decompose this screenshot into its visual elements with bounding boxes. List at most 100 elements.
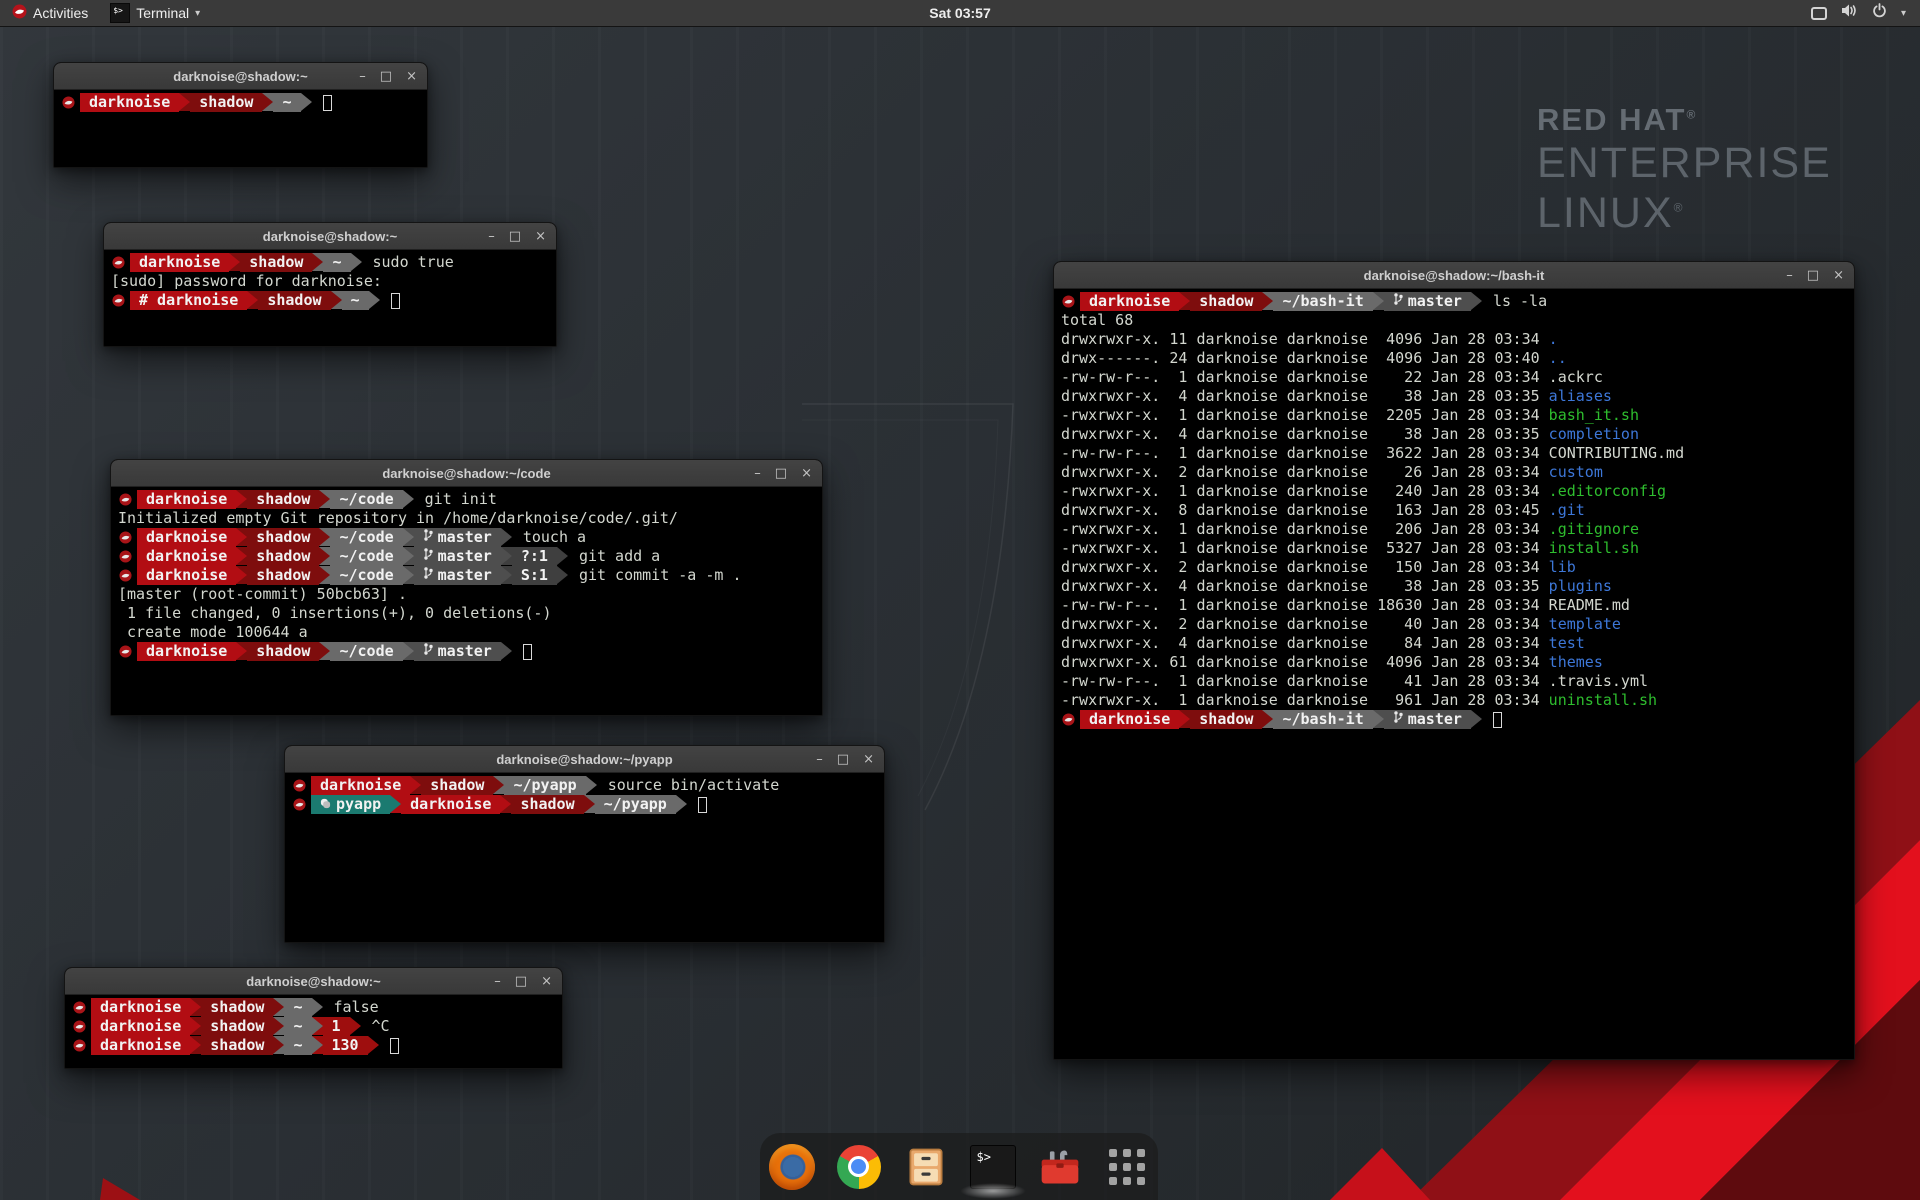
titlebar[interactable]: darknoise@shadow:~ –□× [54,63,427,90]
prompt-segment-path: ~/code [330,547,402,566]
output-text: 1 file changed, 0 insertions(+), 0 delet… [118,604,551,623]
maximize-button[interactable]: □ [1807,262,1819,289]
output-text: create mode 100644 a [118,623,308,642]
prompt-segment-host: shadow [201,1036,273,1055]
app-menu-button[interactable]: $> Terminal ▾ [100,0,210,26]
powerline-arrow [319,642,330,660]
minimize-button[interactable]: – [816,746,823,773]
command-text: ^C [372,1017,390,1036]
titlebar[interactable]: darknoise@shadow:~ –□× [104,223,556,250]
powerline-arrow [179,93,190,111]
command-text: git commit -a -m . [579,566,742,585]
terminal-body[interactable]: darknoiseshadow~falsedarknoiseshadow~1^C… [65,995,562,1068]
volume-icon [1841,3,1858,23]
terminal-line: drwx------. 24 darknoise darknoise 4096 … [1061,349,1854,368]
terminal-line: drwxrwxr-x. 61 darknoise darknoise 4096 … [1061,653,1854,672]
terminal-line: drwxrwxr-x. 2 darknoise darknoise 40 Jan… [1061,615,1854,634]
system-status-area[interactable]: ▾ [1811,0,1920,26]
toolbox-icon [1038,1145,1082,1189]
powerline-arrow [190,1017,201,1035]
terminal-line: drwxrwxr-x. 8 darknoise darknoise 163 Ja… [1061,501,1854,520]
minimize-button[interactable]: – [494,968,501,995]
terminal-line: darknoiseshadow~/codemaster?:1git add a [118,547,822,566]
terminal-line: darknoiseshadow~/codemastertouch a [118,528,822,547]
terminal-line: darknoiseshadow~/codegit init [118,490,822,509]
directory-name: .git [1549,501,1585,520]
close-button[interactable]: × [1833,262,1844,289]
maximize-button[interactable]: □ [775,460,787,487]
executable-name: .editorconfig [1549,482,1666,501]
terminal-body[interactable]: darknoiseshadow~/pyappsource bin/activat… [285,773,884,942]
terminal-body[interactable]: darknoiseshadow~/codegit initInitialized… [111,487,822,715]
titlebar[interactable]: darknoise@shadow:~/code –□ × [111,460,822,487]
dock-toolbox-icon[interactable] [1036,1143,1084,1191]
prompt-segment-user: darknoise [137,547,236,566]
close-button[interactable]: × [541,968,552,995]
directory-name: plugins [1549,577,1612,596]
prompt-segment-path: ~/pyapp [595,795,676,814]
minimize-button[interactable]: – [359,63,366,90]
terminal-line: darknoiseshadow~1^C [72,1017,562,1036]
dock-terminal-icon[interactable]: $> [969,1143,1017,1191]
powerline-arrow [501,528,512,546]
dock-files-icon[interactable] [902,1143,950,1191]
dock-chrome-icon[interactable] [835,1143,883,1191]
titlebar[interactable]: darknoise@shadow:~/bash-it –□× [1054,262,1854,289]
prompt-segment-user: darknoise [401,795,500,814]
maximize-button[interactable]: □ [515,968,527,995]
terminal-line: darknoiseshadow~/pyappsource bin/activat… [292,776,884,795]
dock-app-grid-icon[interactable] [1103,1143,1151,1191]
powerline-arrow [493,776,504,794]
powerline-arrow [319,566,330,584]
git-branch-icon [423,566,438,585]
activities-button[interactable]: Activities [0,0,100,26]
powerline-arrow [319,528,330,546]
chrome-icon [837,1145,881,1189]
powerline-arrow [557,566,568,584]
terminal-body[interactable]: darknoiseshadow~/bash-itmasterls -latota… [1054,289,1854,1059]
terminal-window-code: darknoise@shadow:~/code –□ × darknoisesha… [110,459,823,716]
output-text: -rwxrwxr-x. 1 darknoise darknoise 206 Ja… [1061,520,1549,539]
redhat-prompt-icon [118,490,137,509]
terminal-cursor [323,95,332,111]
clock[interactable]: Sat 03:57 [0,5,1920,21]
git-branch-icon [423,528,438,547]
close-button[interactable]: × [535,223,546,250]
prompt-segment-gitstat: ?:1 [512,547,557,566]
maximize-button[interactable]: □ [380,63,392,90]
maximize-button[interactable]: □ [837,746,849,773]
prompt-segment-git: master [1384,292,1471,311]
powerline-arrow [403,566,414,584]
powerline-arrow [190,998,201,1016]
terminal-body[interactable]: darknoiseshadow~sudo true[sudo] password… [104,250,556,346]
close-button[interactable]: × [801,460,812,487]
terminal-line: create mode 100644 a [118,623,822,642]
output-text: -rw-rw-r--. 1 darknoise darknoise 18630 … [1061,596,1630,615]
window-title: darknoise@shadow:~/code [111,466,822,481]
powerline-arrow [501,566,512,584]
maximize-button[interactable]: □ [509,223,521,250]
git-branch-icon [423,547,438,566]
minimize-button[interactable]: – [754,460,761,487]
titlebar[interactable]: darknoise@shadow:~ –□× [65,968,562,995]
close-button[interactable]: × [863,746,874,773]
minimize-button[interactable]: – [488,223,495,250]
output-text: [master (root-commit) 50bcb63] . [118,585,407,604]
redhat-logo-icon [12,4,27,22]
terminal-window-bash-it: darknoise@shadow:~/bash-it –□× darknoise… [1053,261,1855,1060]
directory-name: custom [1549,463,1603,482]
prompt-segment-git: master [414,642,501,661]
powerline-arrow [1262,292,1273,310]
powerline-arrow [312,253,323,271]
close-button[interactable]: × [406,63,417,90]
terminal-line: darknoiseshadow~/bash-itmaster [1061,710,1854,729]
minimize-button[interactable]: – [1786,262,1793,289]
terminal-body[interactable]: darknoiseshadow~ [54,90,427,167]
command-text: false [334,998,379,1017]
redhat-prompt-icon [118,528,137,547]
titlebar[interactable]: darknoise@shadow:~/pyapp –□× [285,746,884,773]
terminal-line: [sudo] password for darknoise: [111,272,556,291]
dock-firefox-icon[interactable] [768,1143,816,1191]
prompt-segment-path: ~ [284,1017,311,1036]
powerline-arrow [319,490,330,508]
